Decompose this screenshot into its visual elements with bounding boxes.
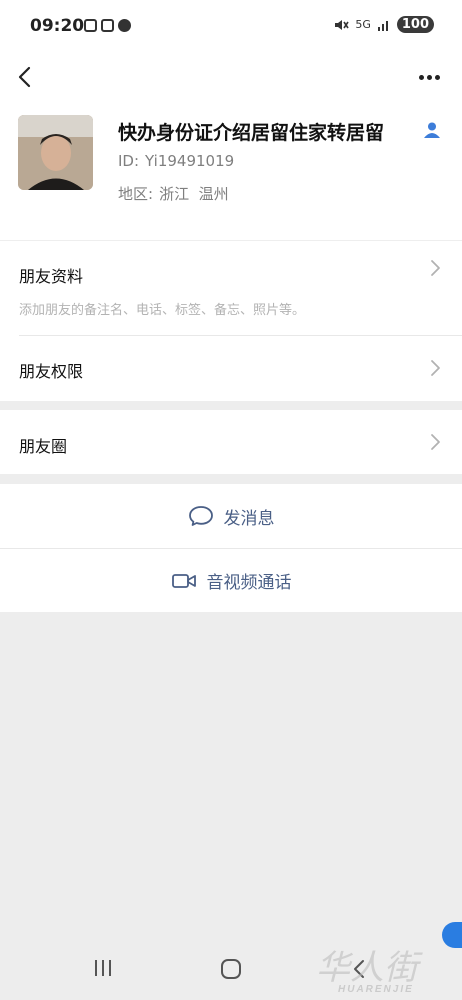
watermark-text: 华人街 (316, 948, 418, 988)
screenshot-icon (84, 19, 97, 32)
region-label: 地区: (118, 185, 154, 203)
status-bar: 09:20 5G 100 (0, 0, 462, 52)
battery-level: 100 (396, 16, 434, 33)
top-nav (0, 52, 462, 106)
contact-person-icon (424, 122, 440, 138)
network-type: 5G (355, 18, 371, 31)
signal-icon (377, 20, 388, 31)
contact-id: ID: Yi19491019 (118, 152, 234, 170)
moments-row[interactable]: 朋友圈 (0, 410, 462, 474)
chat-notification-icon (101, 19, 114, 32)
contact-region: 地区: 浙江 温州 (118, 183, 229, 204)
video-call-label: 音视频通话 (206, 573, 292, 593)
watermark-logo: 华人街 HUARENJIE (310, 940, 450, 1000)
watermark-subtext: HUARENJIE (338, 984, 414, 995)
friend-info-row[interactable]: 朋友资料 添加朋友的备注名、电话、标签、备忘、照片等。 (0, 240, 462, 336)
status-right: 5G 100 (333, 16, 434, 33)
region-value: 浙江 温州 (159, 185, 229, 203)
back-icon[interactable] (12, 60, 42, 94)
id-label: ID: (118, 152, 140, 170)
moments-title: 朋友圈 (19, 437, 68, 456)
chevron-right-icon (431, 434, 440, 450)
send-message-label: 发消息 (223, 508, 275, 529)
video-camera-icon (171, 573, 196, 588)
send-message-button[interactable]: 发消息 (0, 484, 462, 548)
home-icon[interactable] (220, 958, 242, 980)
chat-bubble-icon (188, 506, 213, 526)
profile-header: 快办身份证介绍居留住家转居留 ID: Yi19491019 地区: 浙江 温州 (0, 106, 462, 240)
facebook-icon (118, 19, 131, 32)
video-call-button[interactable]: 音视频通话 (0, 549, 462, 612)
friend-permissions-title: 朋友权限 (19, 362, 84, 381)
chevron-right-icon (431, 360, 440, 376)
friend-info-title: 朋友资料 (19, 267, 84, 286)
status-time: 09:20 (30, 16, 85, 36)
status-notification-icons (84, 19, 131, 32)
friend-permissions-row[interactable]: 朋友权限 (0, 336, 462, 401)
more-options-icon[interactable] (414, 62, 444, 92)
id-value: Yi19491019 (145, 152, 235, 170)
avatar[interactable] (18, 115, 93, 190)
recent-apps-icon[interactable] (92, 958, 114, 978)
mute-icon (335, 19, 349, 30)
chevron-right-icon (431, 260, 440, 276)
friend-info-subtitle: 添加朋友的备注名、电话、标签、备忘、照片等。 (19, 303, 306, 318)
contact-name: 快办身份证介绍居留住家转居留 (118, 122, 385, 144)
